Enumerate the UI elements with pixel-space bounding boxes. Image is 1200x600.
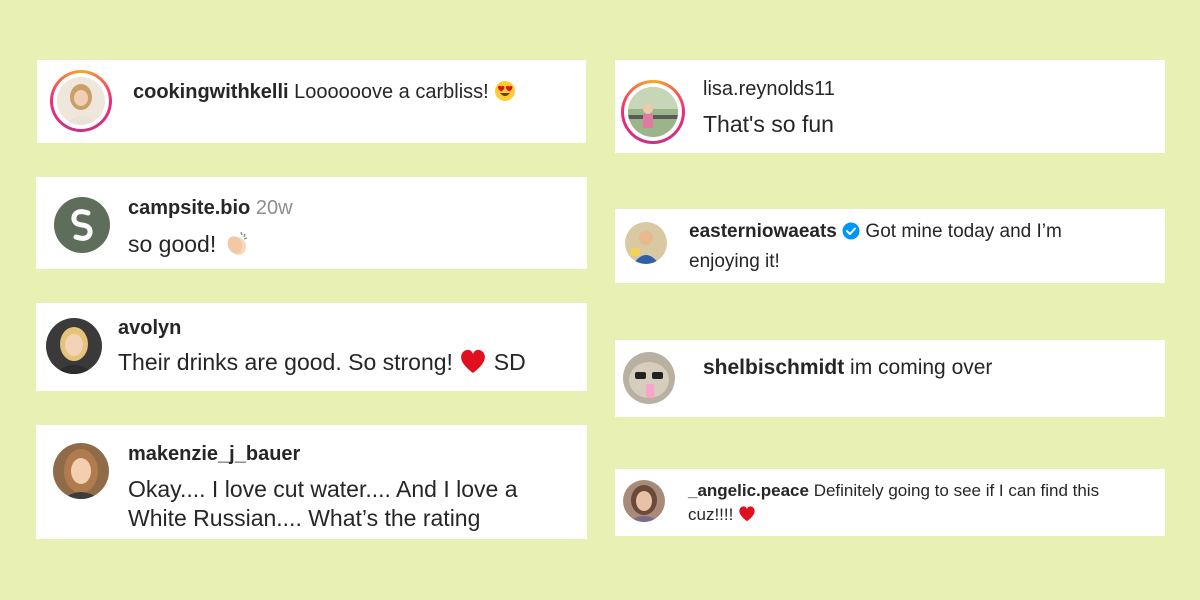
comment-card-makenzie-j-bauer: makenzie_j_bauer Okay.... I love cut wat… — [36, 425, 587, 539]
comment-text-line-2: White Russian.... What’s the rating — [128, 505, 481, 531]
story-ring[interactable] — [621, 80, 685, 144]
comment-username[interactable]: avolyn — [118, 317, 181, 339]
avatar[interactable] — [628, 87, 678, 137]
comment-card-shelbischmidt: shelbischmidt im coming over — [615, 340, 1165, 417]
comment-username[interactable]: easterniowaeats — [689, 221, 837, 242]
comment-text: Loooooove a carbliss! — [294, 81, 489, 103]
verified-badge-icon — [842, 222, 860, 240]
comment-card-cookingwithkelli: cookingwithkelli Loooooove a carbliss! — [37, 60, 586, 143]
comment-username[interactable]: makenzie_j_bauer — [128, 443, 300, 465]
avatar[interactable] — [57, 77, 105, 125]
avatar[interactable] — [623, 480, 665, 522]
story-ring[interactable] — [50, 70, 112, 132]
comment-username[interactable]: campsite.bio — [128, 197, 250, 219]
comment-text: so good! — [128, 231, 217, 257]
comment-text-line-1: Got mine today and I’m — [865, 221, 1062, 242]
comment-card-lisa-reynolds11: lisa.reynolds11 That's so fun — [615, 60, 1165, 153]
comment-username[interactable]: _angelic.peace — [688, 481, 809, 500]
comment-username[interactable]: lisa.reynolds11 — [703, 78, 835, 100]
comment-text-line-1: Definitely going to see if I can find th… — [813, 481, 1100, 500]
avatar[interactable] — [54, 197, 110, 253]
comment-card-campsite-bio: campsite.bio 20w so good! — [36, 177, 587, 269]
comment-text: Their drinks are good. So strong! — [118, 349, 453, 375]
avatar[interactable] — [53, 443, 109, 499]
comment-username[interactable]: cookingwithkelli — [133, 81, 289, 103]
comment-text: im coming over — [850, 356, 993, 379]
clapping-hands-emoji-icon — [223, 229, 251, 257]
comment-text: That's so fun — [703, 111, 834, 137]
comment-text-line-2: cuz!!!! — [688, 505, 734, 524]
comment-username[interactable]: shelbischmidt — [703, 356, 844, 379]
avatar[interactable] — [623, 352, 675, 404]
comment-text-line-2: enjoying it! — [689, 251, 780, 272]
red-heart-emoji-icon — [738, 505, 756, 522]
comment-card-avolyn: avolyn Their drinks are good. So strong!… — [36, 303, 587, 391]
comment-text-suffix: SD — [493, 349, 526, 375]
comment-text-line-1: Okay.... I love cut water.... And I love… — [128, 476, 518, 502]
red-heart-emoji-icon — [459, 348, 487, 374]
avatar[interactable] — [46, 318, 102, 374]
comment-timestamp: 20w — [255, 197, 293, 219]
comment-card-easterniowaeats: easterniowaeats Got mine today and I’m e… — [615, 209, 1165, 283]
heart-eyes-emoji-icon — [494, 80, 516, 102]
comment-card-angelic-peace: _angelic.peace Definitely going to see i… — [615, 469, 1165, 536]
avatar[interactable] — [625, 222, 667, 264]
